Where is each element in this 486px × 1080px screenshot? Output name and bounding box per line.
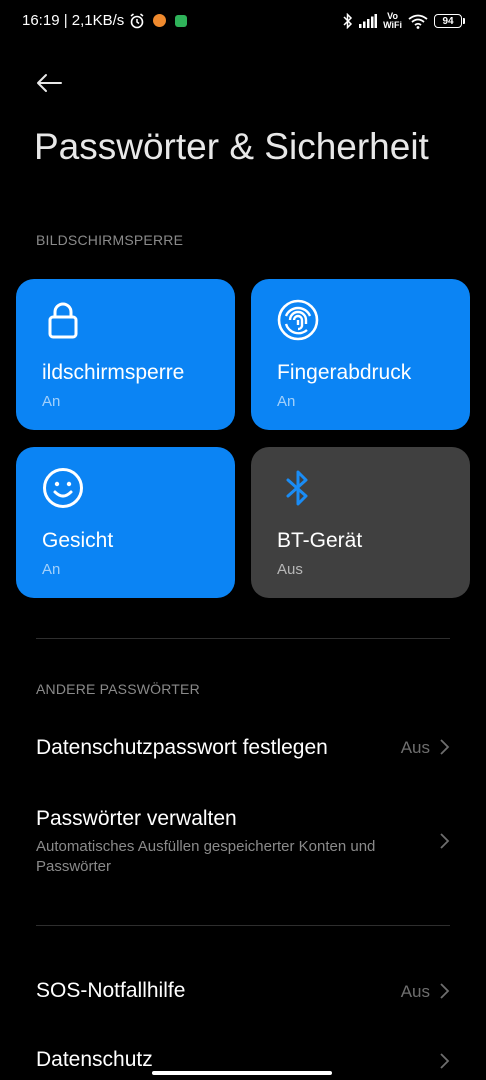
tile-status: An [42, 393, 61, 410]
status-right: Vo WiFi 94 [343, 12, 465, 30]
divider [36, 925, 450, 926]
wifi-icon [408, 14, 428, 29]
tile-fingerprint[interactable]: Fingerabdruck An [251, 279, 470, 430]
status-bar: 16:19 | 2,1KB/s Vo WiFi 94 [0, 0, 486, 46]
tile-label: Gesicht [42, 529, 114, 552]
vowifi-indicator: Vo WiFi [383, 12, 402, 30]
row-title: Datenschutz [36, 1048, 153, 1071]
lock-icon [48, 302, 78, 339]
tile-label: BT-Gerät [277, 529, 363, 552]
chevron-right-icon [440, 983, 450, 999]
battery-level: 94 [442, 15, 454, 27]
divider [36, 638, 450, 639]
tile-screen-lock[interactable]: ildschirmsperre An [16, 279, 235, 430]
bluetooth-status-icon [343, 13, 353, 29]
status-time-speed: 16:19 | 2,1KB/s [22, 12, 125, 29]
row-title: Datenschutzpasswort festlegen [36, 736, 328, 759]
signal-icon [359, 14, 378, 28]
chevron-right-icon [440, 1053, 450, 1069]
section-header-lock-screen: BILDSCHIRMSPERRE [36, 232, 184, 248]
row-value: Aus [400, 738, 430, 757]
alarm-icon [130, 12, 144, 28]
back-button[interactable] [32, 66, 66, 100]
tile-status: An [277, 393, 296, 410]
tile-status: An [42, 561, 61, 578]
tile-label: ildschirmsperre [42, 361, 185, 384]
tile-bt-device[interactable]: BT-Gerät Aus [251, 447, 470, 598]
row-title: Passwörter verwalten [36, 807, 237, 830]
battery-icon: 94 [434, 14, 465, 28]
chevron-right-icon [440, 833, 450, 849]
row-manage-passwords[interactable]: Passwörter verwalten Automatisches Ausfü… [0, 790, 486, 890]
row-value: Aus [400, 982, 430, 1001]
row-privacy-password[interactable]: Datenschutzpasswort festlegen Aus [0, 716, 486, 778]
arrow-left-icon [37, 74, 62, 92]
row-subtitle: Automatisches Ausfüllen gespeicherter Ko… [36, 838, 376, 875]
fingerprint-icon [277, 299, 319, 341]
app-notification-green-icon [175, 14, 188, 27]
status-left: 16:19 | 2,1KB/s [22, 12, 188, 29]
face-icon [43, 468, 83, 508]
bluetooth-icon [286, 470, 308, 506]
tile-status: Aus [277, 561, 303, 578]
section-header-other-passwords: ANDERE PASSWÖRTER [36, 681, 200, 697]
row-title: SOS-Notfallhilfe [36, 979, 186, 1002]
vowifi-bottom: WiFi [383, 20, 402, 30]
row-sos-emergency[interactable]: SOS-Notfallhilfe Aus [0, 960, 486, 1022]
tile-label: Fingerabdruck [277, 361, 412, 384]
page-title: Passwörter & Sicherheit [34, 126, 429, 167]
chevron-right-icon [440, 739, 450, 755]
home-indicator[interactable] [152, 1071, 332, 1075]
tile-face[interactable]: Gesicht An [16, 447, 235, 598]
app-notification-icon [153, 14, 167, 27]
